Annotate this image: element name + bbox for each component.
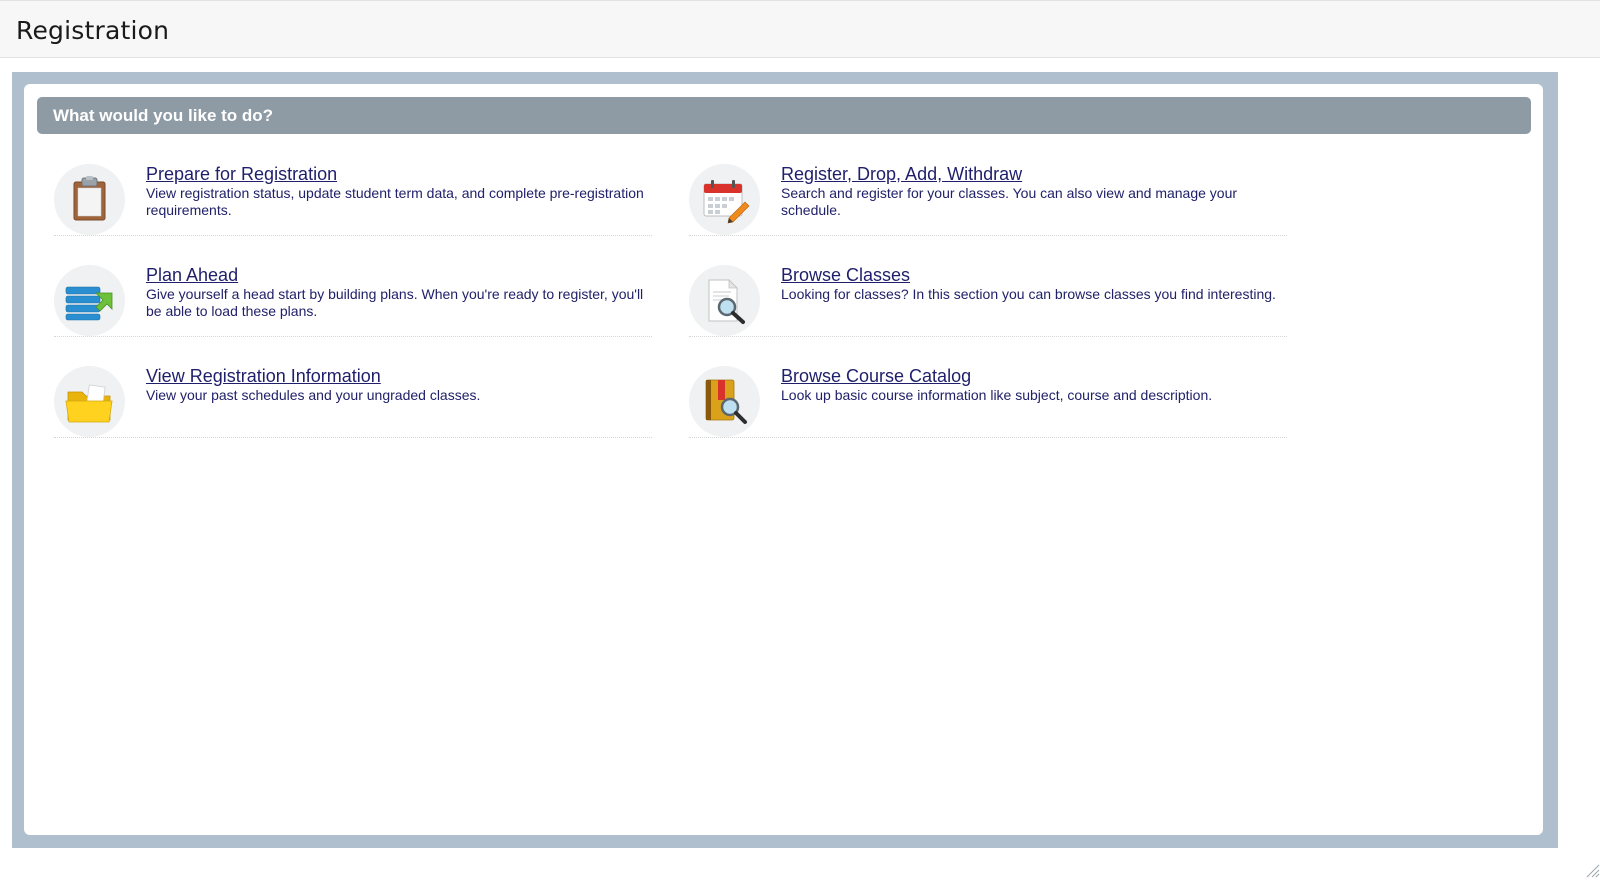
action-item-prepare-registration: Prepare for Registration View registrati… — [54, 164, 652, 236]
resize-grip-icon[interactable] — [1584, 862, 1600, 878]
register-drop-add-withdraw-link[interactable]: Register, Drop, Add, Withdraw — [781, 164, 1291, 184]
action-item-register: Register, Drop, Add, Withdraw Search and… — [689, 164, 1287, 236]
browse-classes-description: Looking for classes? In this section you… — [781, 286, 1276, 302]
page-title: Registration — [16, 16, 170, 45]
action-item-view-registration-info: View Registration Information View your … — [54, 366, 652, 438]
register-description: Search and register for your classes. Yo… — [781, 185, 1238, 218]
action-item-plan-ahead: Plan Ahead Give yourself a head start by… — [54, 265, 652, 337]
plan-list-icon[interactable] — [54, 265, 125, 336]
panel-heading: What would you like to do? — [37, 97, 1531, 134]
document-search-icon[interactable] — [689, 265, 760, 336]
view-registration-info-description: View your past schedules and your ungrad… — [146, 387, 481, 403]
action-item-browse-catalog: Browse Course Catalog Look up basic cour… — [689, 366, 1287, 438]
browse-course-catalog-link[interactable]: Browse Course Catalog — [781, 366, 1291, 386]
book-search-icon[interactable] — [689, 366, 760, 437]
action-item-browse-classes: Browse Classes Looking for classes? In t… — [689, 265, 1287, 337]
content-panel: What would you like to do? Prepare for R… — [24, 84, 1543, 835]
browse-course-catalog-description: Look up basic course information like su… — [781, 387, 1213, 403]
calendar-edit-icon[interactable] — [689, 164, 760, 235]
prepare-registration-description: View registration status, update student… — [146, 185, 644, 218]
page-header: Registration — [0, 0, 1600, 58]
plan-ahead-description: Give yourself a head start by building p… — [146, 286, 644, 319]
clipboard-icon[interactable] — [54, 164, 125, 235]
content-frame: What would you like to do? Prepare for R… — [12, 72, 1558, 848]
plan-ahead-link[interactable]: Plan Ahead — [146, 265, 656, 285]
browse-classes-link[interactable]: Browse Classes — [781, 265, 1291, 285]
folder-icon[interactable] — [54, 366, 125, 437]
prepare-registration-link[interactable]: Prepare for Registration — [146, 164, 656, 184]
view-registration-info-link[interactable]: View Registration Information — [146, 366, 656, 386]
